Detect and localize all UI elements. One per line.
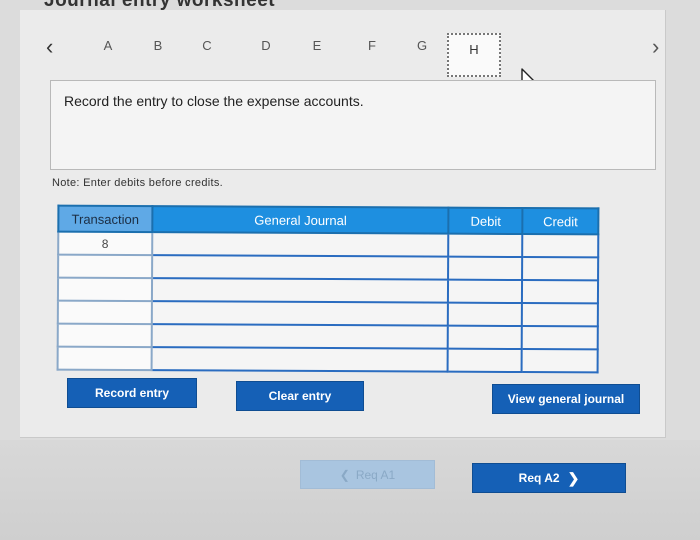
instruction-box: Record the entry to close the expense ac… [50,80,656,170]
table-row: 8 [58,231,599,258]
account-dropdown[interactable] [151,278,449,303]
tab-c[interactable]: C [197,38,217,53]
transaction-cell [57,300,152,325]
req-a2-label: Req A2 [518,471,560,485]
transaction-cell [58,254,153,279]
transaction-cell [57,277,152,302]
credit-input[interactable] [522,280,599,304]
clear-entry-button[interactable]: Clear entry [236,381,364,411]
credit-input[interactable] [521,349,598,373]
account-dropdown[interactable] [152,232,449,257]
journal-entry-table: Transaction General Journal Debit Credit… [57,205,600,374]
credit-input[interactable] [522,234,599,258]
tab-b[interactable]: B [148,38,168,53]
general-journal-header: General Journal [152,206,449,234]
credit-input[interactable] [522,303,598,327]
credit-header: Credit [522,208,599,235]
instruction-text: Record the entry to close the expense ac… [64,93,364,109]
account-dropdown[interactable] [151,255,449,280]
debit-input[interactable] [448,348,522,373]
account-dropdown[interactable] [151,347,449,372]
chevron-right-icon: ❯ [567,469,580,486]
debit-input[interactable] [448,302,523,327]
transaction-cell [57,346,152,371]
tab-d[interactable]: D [256,38,276,53]
tab-f[interactable]: F [362,38,382,53]
transaction-cell: 8 [58,231,153,256]
account-dropdown[interactable] [151,324,449,349]
credit-input[interactable] [521,326,598,350]
page-title: Journal entry worksheet [44,0,276,11]
chevron-left-icon: ❮ [339,467,350,482]
record-entry-button[interactable]: Record entry [67,378,197,408]
table-row [57,323,598,350]
transaction-header: Transaction [58,205,153,233]
table-row [57,300,598,327]
debit-input[interactable] [448,279,523,304]
note-text: Note: Enter debits before credits. [52,177,224,189]
view-general-journal-button[interactable]: View general journal [492,384,640,414]
tab-e[interactable]: E [307,38,327,53]
next-tab-chevron-icon[interactable]: › [652,34,659,60]
journal-header-row: Transaction General Journal Debit Credit [58,205,599,235]
tab-g[interactable]: G [412,38,432,53]
table-row [58,254,599,281]
credit-input[interactable] [522,257,599,281]
account-dropdown[interactable] [151,301,449,326]
table-row [57,277,599,304]
debit-header: Debit [448,207,523,235]
table-row [57,346,598,373]
transaction-cell [57,323,152,348]
debit-input[interactable] [448,233,523,258]
req-a1-button[interactable]: ❮ Req A1 [300,460,435,489]
req-a1-label: Req A1 [355,467,396,482]
tab-h-active[interactable]: H [447,33,501,77]
debit-input[interactable] [448,256,523,281]
previous-tab-chevron-icon[interactable]: ‹ [46,34,53,60]
debit-input[interactable] [448,325,523,350]
req-a2-button[interactable]: Req A2 ❯ [472,463,626,493]
tab-a[interactable]: A [98,38,118,53]
